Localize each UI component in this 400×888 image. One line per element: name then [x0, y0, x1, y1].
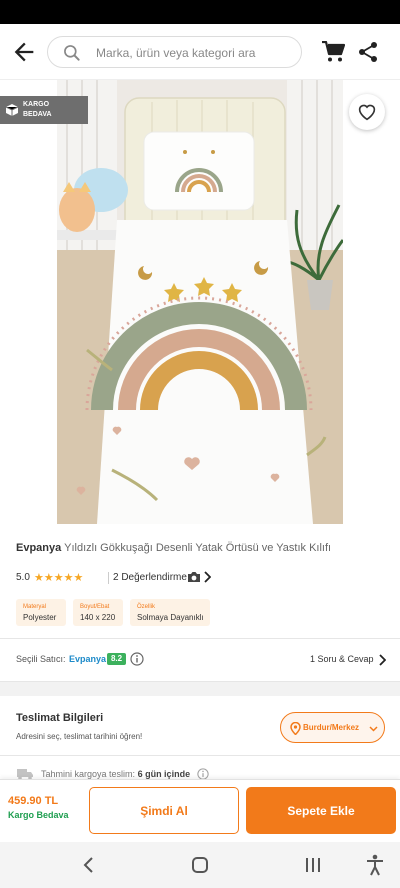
divider [0, 638, 400, 639]
nav-recent-icon[interactable] [303, 856, 323, 874]
review-count-link[interactable]: 2 Değerlendirme [113, 572, 187, 583]
info-icon[interactable] [130, 652, 144, 666]
attribute-chip: Boyut/Ebat 140 x 220 [73, 599, 123, 626]
location-label: Burdur/Merkez [303, 723, 360, 732]
chevron-right-icon[interactable] [378, 654, 386, 666]
rating-value: 5.0 [16, 572, 30, 583]
location-select-button[interactable]: Burdur/Merkez [280, 712, 385, 743]
share-icon[interactable] [357, 41, 379, 63]
seller-label: Seçili Satıcı: [16, 654, 66, 664]
free-shipping-text: KARGO BEDAVA [23, 100, 83, 120]
search-bar[interactable] [47, 36, 302, 68]
eta-label: Tahmini kargoya teslim: [41, 769, 136, 779]
location-pin-icon [290, 722, 301, 735]
seller-score-badge: 8.2 [107, 653, 126, 665]
delivery-eta: Tahmini kargoya teslim: 6 gün içinde [41, 769, 190, 779]
eta-value: 6 gün içinde [137, 769, 191, 779]
nav-home-icon[interactable] [191, 856, 209, 874]
heart-icon [358, 104, 376, 121]
attribute-value: Polyester [23, 613, 57, 622]
badge-line-2: BEDAVA [23, 111, 52, 118]
top-header [0, 24, 400, 80]
chevron-right-icon[interactable] [203, 571, 211, 583]
rating-divider [108, 572, 109, 584]
box-icon [5, 104, 19, 116]
cart-icon[interactable] [321, 41, 345, 63]
back-arrow-icon[interactable] [10, 38, 38, 66]
attribute-key: Özellik [137, 604, 156, 610]
add-to-cart-button[interactable]: Sepete Ekle [246, 787, 396, 834]
seller-row: Seçili Satıcı: Evpanya 8.2 1 Soru & Ceva… [16, 652, 386, 668]
search-input[interactable] [96, 43, 291, 63]
status-bar [0, 0, 400, 24]
attribute-value: 140 x 220 [80, 613, 116, 622]
purchase-bar: 459.90 TL Kargo Bedava Şimdi Al Sepete E… [0, 779, 400, 842]
questions-answers-link[interactable]: 1 Soru & Cevap [310, 654, 374, 664]
nav-back-icon[interactable] [80, 856, 96, 874]
free-shipping-label: Kargo Bedava [8, 810, 69, 820]
chevron-down-icon [369, 726, 378, 732]
attribute-key: Materyal [23, 604, 47, 610]
seller-name-link[interactable]: Evpanya [69, 654, 106, 664]
delivery-subtitle: Adresini seç, teslimat tarihini öğren! [16, 732, 143, 741]
attribute-chip: Özellik Solmaya Dayanıklı [130, 599, 210, 626]
accessibility-icon[interactable] [365, 854, 385, 876]
product-photo[interactable] [57, 80, 343, 524]
product-gallery[interactable]: KARGO BEDAVA [0, 80, 400, 526]
badge-line-1: KARGO [23, 101, 50, 108]
price: 459.90 TL [8, 795, 59, 807]
rating-row[interactable]: 5.0 ★★★★★ 2 Değerlendirme [16, 570, 386, 586]
delivery-title: Teslimat Bilgileri [16, 712, 104, 724]
rating-stars: ★★★★★ [34, 572, 84, 584]
attribute-chip: Materyal Polyester [16, 599, 66, 626]
buy-now-button[interactable]: Şimdi Al [89, 787, 239, 834]
free-shipping-badge: KARGO BEDAVA [0, 96, 88, 124]
attribute-key: Boyut/Ebat [80, 604, 110, 610]
favorite-button[interactable] [349, 94, 385, 130]
product-brand[interactable]: Evpanya [16, 542, 61, 554]
product-title: Evpanya Yıldızlı Gökkuşağı Desenli Yatak… [16, 541, 386, 555]
camera-icon [188, 572, 200, 582]
product-name: Yıldızlı Gökkuşağı Desenli Yatak Örtüsü … [64, 542, 332, 554]
divider [0, 755, 400, 756]
section-gap [0, 682, 400, 696]
attribute-value: Solmaya Dayanıklı [137, 613, 204, 622]
search-icon [64, 45, 80, 61]
system-nav-bar [0, 842, 400, 888]
